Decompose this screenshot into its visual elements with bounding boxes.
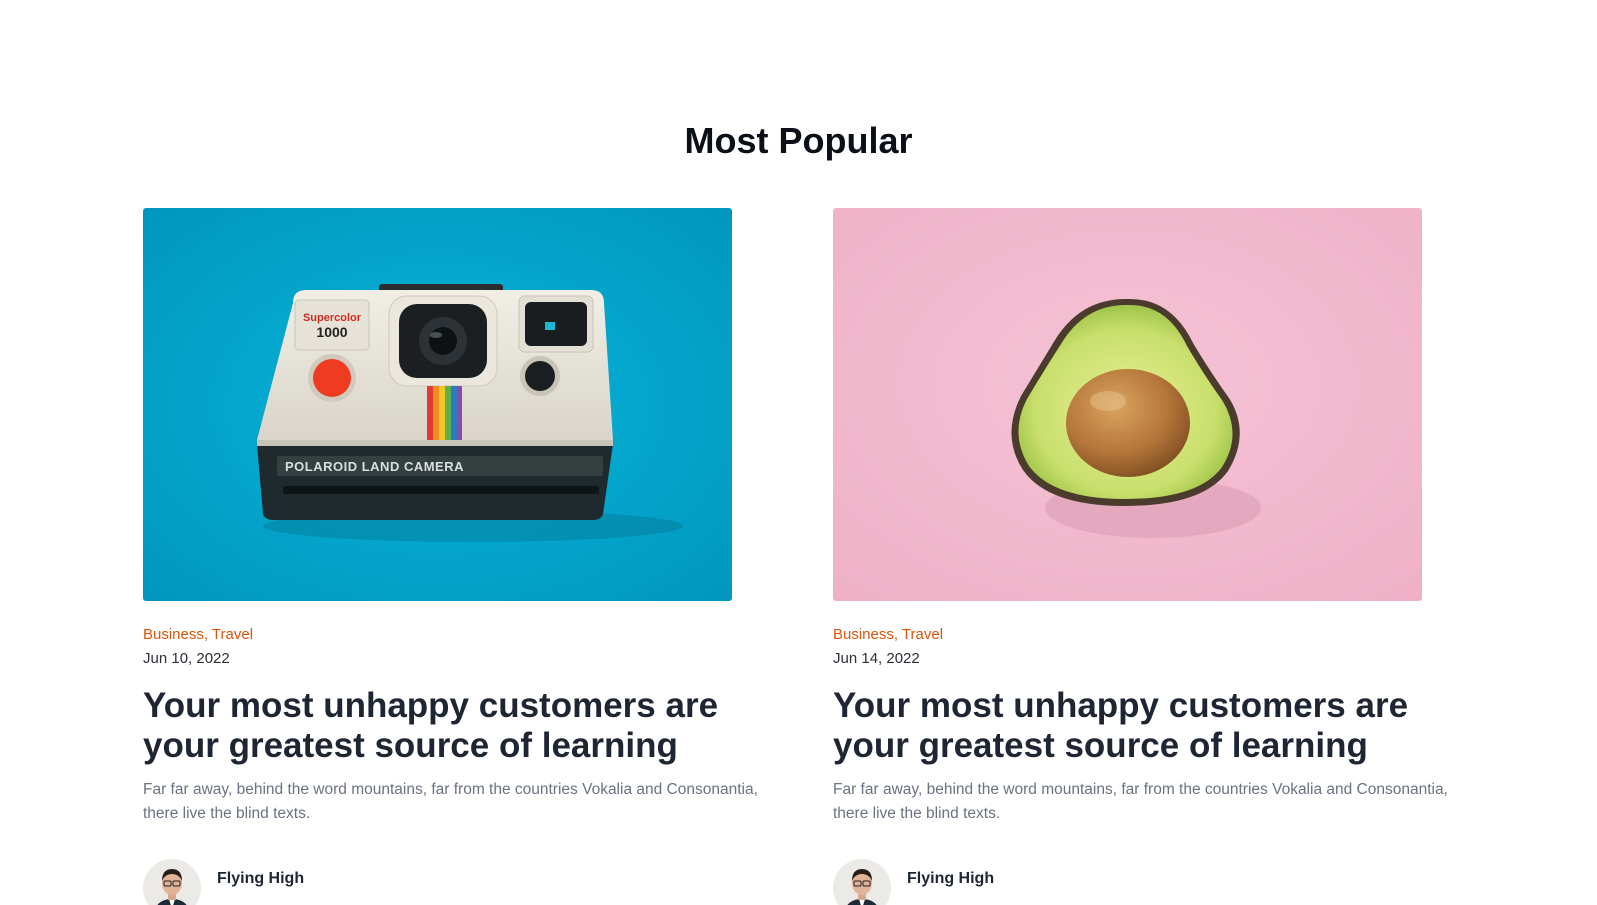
post-card: Supercolor 1000 POLAROID LAND CAMERA Bus… — [143, 208, 783, 905]
person-avatar-icon — [143, 859, 201, 905]
post-categories[interactable]: Business, Travel — [833, 626, 1473, 644]
post-title[interactable]: Your most unhappy customers are your gre… — [833, 686, 1473, 766]
avocado-image — [833, 208, 1422, 601]
author-avatar[interactable] — [143, 859, 201, 905]
section-title: Most Popular — [684, 120, 913, 161]
post-title[interactable]: Your most unhappy customers are your gre… — [143, 686, 783, 766]
post-excerpt: Far far away, behind the word mountains,… — [833, 781, 1448, 822]
post-card: Business, Travel Jun 14, 2022 Your most … — [833, 208, 1473, 905]
polaroid-camera-image: Supercolor 1000 POLAROID LAND CAMERA — [143, 208, 732, 601]
author-name[interactable]: Flying High — [217, 870, 304, 888]
camera-label-text: POLAROID LAND CAMERA — [285, 459, 464, 474]
post-author: Flying High — [833, 859, 1473, 905]
post-categories[interactable]: Business, Travel — [143, 626, 783, 644]
post-image-link[interactable]: Supercolor 1000 POLAROID LAND CAMERA — [143, 208, 732, 601]
camera-model-text: 1000 — [316, 324, 347, 340]
post-excerpt: Far far away, behind the word mountains,… — [143, 781, 758, 822]
author-name[interactable]: Flying High — [907, 870, 994, 888]
post-author: Flying High — [143, 859, 783, 905]
person-avatar-icon — [833, 859, 891, 905]
camera-brand-text: Supercolor — [303, 312, 362, 324]
post-date: Jun 10, 2022 — [143, 650, 230, 667]
page: Most Popular Supercolor 1000 POLAROID LA… — [0, 0, 1597, 905]
post-image-link[interactable] — [833, 208, 1422, 601]
post-date: Jun 14, 2022 — [833, 650, 920, 667]
author-avatar[interactable] — [833, 859, 891, 905]
